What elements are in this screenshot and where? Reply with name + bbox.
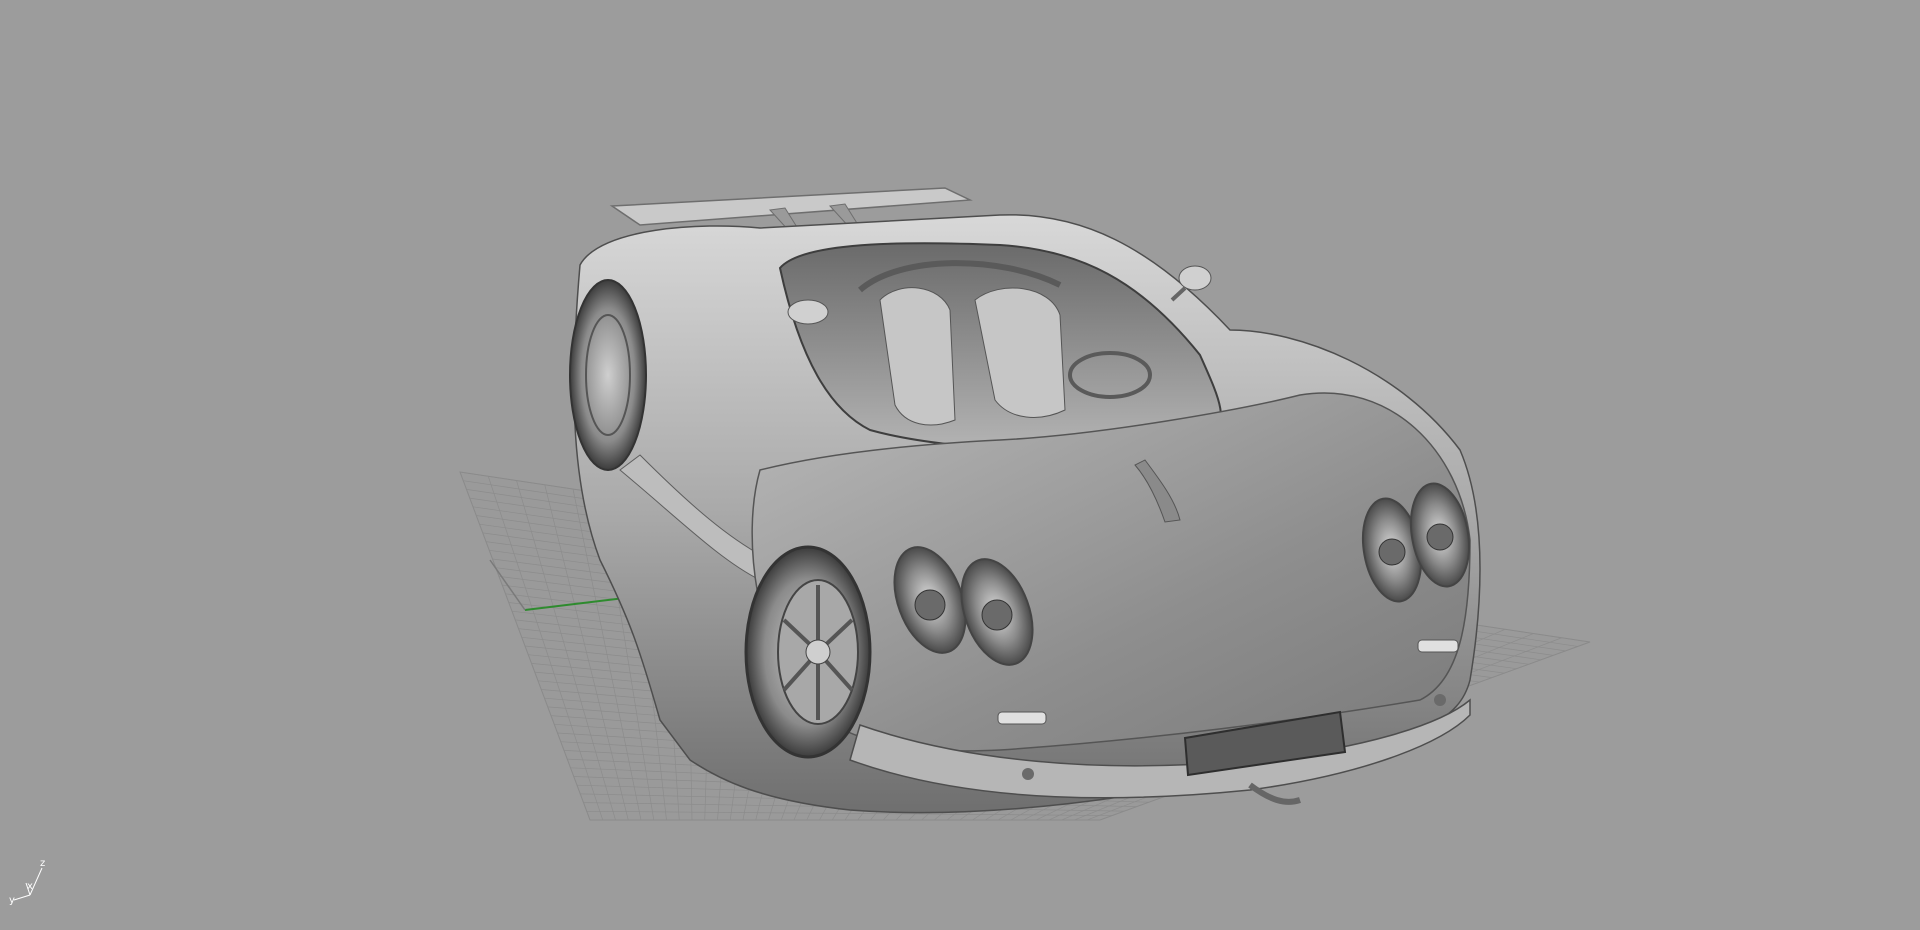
car-model[interactable]	[569, 187, 1481, 814]
rear-wheel	[569, 279, 647, 471]
axis-label-z: z	[40, 858, 45, 869]
side-mirror	[1178, 265, 1212, 291]
axis-label-y: y	[9, 895, 15, 906]
3d-viewport[interactable]: z x y	[0, 0, 1920, 930]
world-axes-widget: z x y	[9, 858, 45, 906]
axis-label-x: x	[27, 881, 33, 892]
